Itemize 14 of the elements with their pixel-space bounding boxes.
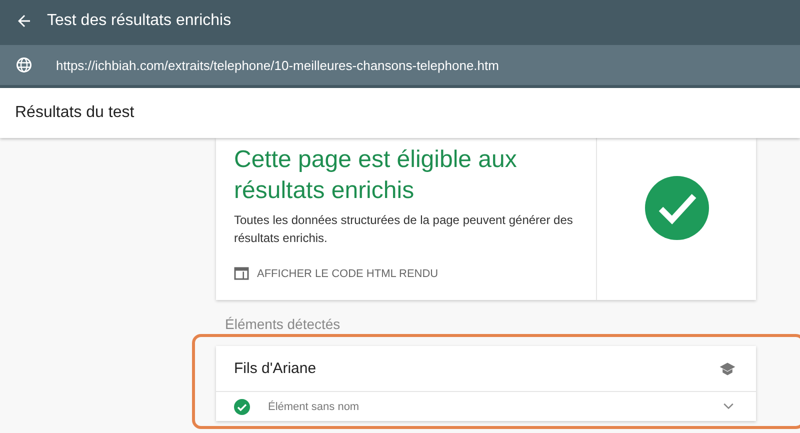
window-title: Test des résultats enrichis [47, 12, 232, 30]
detected-label: Éléments détectés [225, 316, 342, 332]
detected-item[interactable]: Élément sans nom [216, 392, 756, 421]
graduation-cap-icon [719, 362, 736, 376]
result-heading: Cette page est éligible aux résultats enrichis [234, 145, 518, 206]
check-circle-icon [234, 398, 250, 414]
check-circle-icon [644, 176, 708, 240]
section-title: Résultats du test [15, 104, 134, 122]
url-field[interactable]: https://ichbiah.com/extraits/telephone/10-meilleures-chansons-telephone.htm [0, 45, 800, 85]
card-title: Fils d'Ariane [234, 360, 316, 377]
view-html-button[interactable]: AFFICHER LE CODE HTML RENDU [234, 267, 438, 280]
globe-icon [15, 56, 33, 74]
result-description: Toutes les données structurées de la page peuvent générer des résultats enrichis. [234, 212, 574, 247]
window-icon [234, 267, 249, 280]
